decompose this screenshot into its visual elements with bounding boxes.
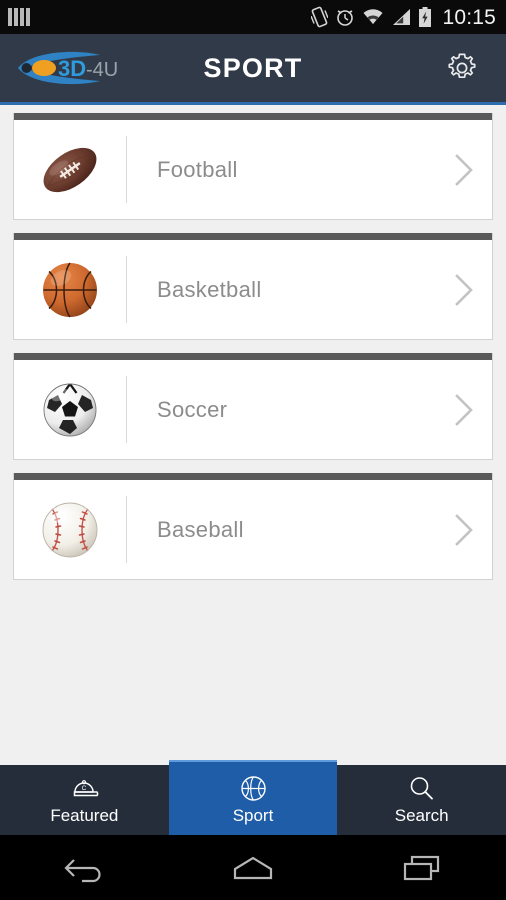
card-top-accent [14, 353, 492, 360]
search-icon [408, 774, 435, 802]
card-top-accent [14, 233, 492, 240]
soccer-ball-icon [14, 360, 126, 459]
chevron-right-icon[interactable] [436, 390, 492, 430]
tab-label: Sport [232, 806, 274, 825]
list-item-label: Soccer [157, 396, 228, 422]
wifi-icon [363, 9, 383, 24]
app-root: 10:15 3D -4U SPORT Football Basketball S… [0, 0, 506, 900]
card-top-accent [14, 473, 492, 480]
card-top-accent [14, 113, 492, 120]
settings-button[interactable] [440, 46, 484, 90]
status-bar-right: 10:15 [311, 6, 496, 28]
status-bar-left [8, 8, 30, 26]
card-body: Football [14, 120, 492, 219]
chevron-right-icon[interactable] [436, 510, 492, 550]
basketball-icon [14, 240, 126, 339]
chevron-right-icon[interactable] [436, 270, 492, 310]
sport-list: Football Basketball Soccer Baseball [0, 113, 506, 593]
baseball-icon [14, 480, 126, 579]
logo-text-sub: -4U [86, 59, 118, 81]
home-button[interactable] [205, 843, 301, 893]
card-body: Basketball [14, 240, 492, 339]
vibrate-icon [311, 6, 329, 28]
home-icon [233, 856, 273, 879]
football-icon [14, 120, 126, 219]
alarm-clock-icon [337, 10, 354, 26]
svg-text:C: C [82, 785, 87, 792]
notification-bars-icon [8, 8, 30, 26]
card-body: Soccer [14, 360, 492, 459]
card-body: Baseball [14, 480, 492, 579]
tab-featured[interactable]: C Featured [0, 765, 169, 835]
list-item-label: Basketball [157, 276, 262, 302]
app-logo: 3D -4U [14, 47, 118, 89]
list-item[interactable]: Football [13, 113, 493, 220]
list-item-label: Baseball [157, 516, 244, 542]
tab-label: Featured [50, 806, 119, 825]
chevron-right-icon[interactable] [436, 150, 492, 190]
bottom-tab-bar: C Featured Sport Search [0, 760, 506, 835]
back-arrow-icon [64, 858, 101, 882]
tab-label: Search [394, 806, 449, 825]
list-item[interactable]: Baseball [13, 473, 493, 580]
tab-sport[interactable]: Sport [168, 760, 338, 835]
recents-icon [403, 855, 439, 880]
gear-icon [448, 53, 476, 79]
app-header: 3D -4U SPORT [0, 34, 506, 105]
logo-text-main: 3D [58, 56, 86, 81]
basketball-icon [240, 774, 267, 802]
list-item-label: Football [157, 156, 238, 182]
back-button[interactable] [36, 843, 132, 893]
cellular-signal-icon [393, 9, 411, 25]
cap-icon: C [69, 774, 99, 802]
list-item[interactable]: Soccer [13, 353, 493, 460]
status-bar: 10:15 [0, 0, 506, 34]
list-item[interactable]: Basketball [13, 233, 493, 340]
android-nav-bar [0, 835, 506, 900]
recents-button[interactable] [374, 843, 470, 893]
battery-charging-icon [419, 6, 432, 27]
status-bar-clock: 10:15 [442, 5, 496, 29]
tab-search[interactable]: Search [337, 765, 506, 835]
